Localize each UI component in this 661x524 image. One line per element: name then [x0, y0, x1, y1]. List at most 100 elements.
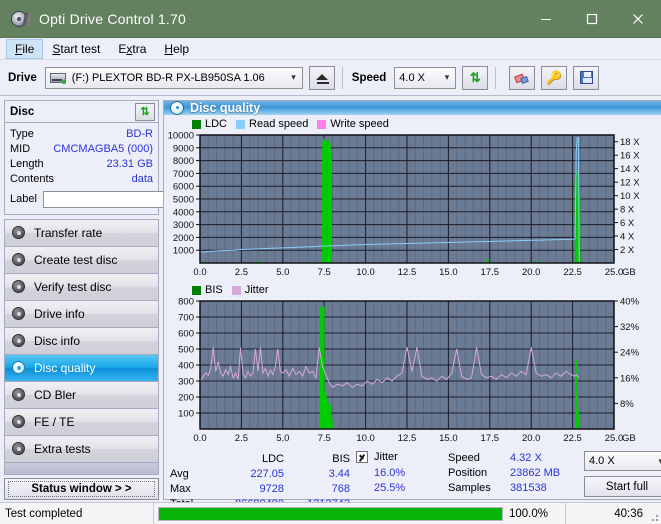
svg-text:800: 800 [178, 297, 194, 308]
sidebar-item-fe-te[interactable]: FE / TE [5, 409, 158, 436]
sidebar-item-drive-info[interactable]: Drive info [5, 301, 158, 328]
status-text: Test completed [0, 508, 153, 520]
svg-text:GB: GB [622, 433, 636, 444]
svg-text:700: 700 [178, 313, 194, 324]
progress-fill [159, 508, 502, 520]
app-icon [10, 9, 30, 29]
maximize-icon[interactable] [569, 0, 615, 38]
sidebar-item-verify-test-disc[interactable]: Verify test disc [5, 274, 158, 301]
svg-text:7.5: 7.5 [318, 433, 331, 444]
jitter-checkbox[interactable] [356, 451, 368, 463]
svg-text:10000: 10000 [168, 131, 194, 142]
start-full-button[interactable]: Start full [584, 476, 661, 497]
svg-text:300: 300 [178, 377, 194, 388]
main-panel: Disc quality LDC Read speed Write speed [163, 100, 661, 500]
erase-button[interactable] [509, 66, 535, 90]
sidebar-item-label: Drive info [34, 307, 85, 321]
speed-label: Speed [352, 72, 387, 84]
svg-text:8 X: 8 X [620, 205, 635, 216]
disc-panel-header: Disc ⇅ [5, 101, 158, 123]
disc-icon [170, 101, 184, 115]
bottom-chart[interactable]: 1002003004005006007008008%16%24%32%40%0.… [166, 297, 661, 447]
body-area: Disc ⇅ Type BD-R MID CMCMAGBA5 (000) [0, 96, 661, 500]
menu-extra[interactable]: Extra [109, 39, 155, 59]
sidebar-item-label: Transfer rate [34, 226, 102, 240]
app-window: Opti Drive Control 1.70 File Start test … [0, 0, 661, 524]
sidebar-item-create-test-disc[interactable]: Create test disc [5, 247, 158, 274]
close-icon[interactable] [615, 0, 661, 38]
sidebar-item-label: FE / TE [34, 415, 74, 429]
page-title: Disc quality [190, 101, 260, 115]
svg-text:0.0: 0.0 [193, 433, 206, 444]
svg-text:24%: 24% [620, 348, 640, 359]
svg-text:7.5: 7.5 [318, 267, 331, 278]
toolbar: Drive (F:) PLEXTOR BD-R PX-LB950SA 1.06 … [0, 60, 661, 96]
svg-text:25.0: 25.0 [605, 433, 624, 444]
save-button[interactable] [573, 66, 599, 90]
sidebar-item-extra-tests[interactable]: Extra tests [5, 436, 158, 463]
svg-text:500: 500 [178, 345, 194, 356]
row-label: Avg [170, 468, 218, 480]
svg-text:12.5: 12.5 [398, 267, 417, 278]
sidebar-item-label: Disc info [34, 334, 80, 348]
legend-label: LDC [205, 118, 227, 130]
speed-select-value: 4.0 X [399, 72, 425, 84]
speed-select[interactable]: 4.0 X ▾ [394, 67, 456, 89]
top-chart[interactable]: 1000200030004000500060007000800090001000… [166, 131, 661, 281]
window-controls [523, 0, 661, 38]
drive-select-value: (F:) PLEXTOR BD-R PX-LB950SA 1.06 [72, 72, 265, 84]
disc-mid-label: MID [10, 143, 30, 155]
test-speed-value: 4.0 X [589, 455, 615, 467]
svg-text:18 X: 18 X [620, 137, 640, 148]
menu-file[interactable]: File [6, 39, 43, 59]
jitter-max-value: 25.5% [356, 481, 448, 496]
disc-panel-title: Disc [10, 106, 34, 118]
menu-start-test[interactable]: Start test [43, 39, 109, 59]
chevron-down-icon: ▾ [652, 456, 661, 467]
resize-grip[interactable] [648, 511, 658, 521]
sidebar-item-cd-bler[interactable]: CD Bler [5, 382, 158, 409]
jitter-label: Jitter [374, 451, 398, 463]
key-button[interactable]: 🔑 [541, 66, 567, 90]
sidebar-item-transfer-rate[interactable]: Transfer rate [5, 220, 158, 247]
sidebar-item-disc-quality[interactable]: Disc quality [5, 355, 158, 382]
key-icon: 🔑 [546, 71, 562, 84]
svg-text:6000: 6000 [173, 182, 194, 193]
drive-label: Drive [8, 72, 37, 84]
svg-text:10 X: 10 X [620, 191, 640, 202]
svg-text:12.5: 12.5 [398, 433, 417, 444]
svg-text:2.5: 2.5 [235, 267, 248, 278]
sidebar-item-disc-info[interactable]: Disc info [5, 328, 158, 355]
svg-text:16%: 16% [620, 373, 640, 384]
legend-swatch [192, 120, 201, 129]
progress-percent: 100.0% [503, 508, 561, 520]
disc-length-label: Length [10, 158, 44, 170]
status-window-button[interactable]: Status window > > [4, 478, 159, 500]
disc-info-rows: Type BD-R MID CMCMAGBA5 (000) Length 23.… [5, 123, 158, 214]
elapsed-time: 40:36 [565, 503, 661, 524]
menu-help[interactable]: Help [155, 39, 198, 59]
refresh-button[interactable]: ⇅ [462, 66, 488, 90]
drive-select[interactable]: (F:) PLEXTOR BD-R PX-LB950SA 1.06 ▾ [45, 67, 303, 89]
disc-icon [11, 253, 27, 267]
eject-button[interactable] [309, 66, 335, 90]
svg-text:6 X: 6 X [620, 218, 635, 229]
erase-icon [515, 73, 529, 83]
svg-text:7000: 7000 [173, 169, 194, 180]
svg-text:4 X: 4 X [620, 232, 635, 243]
row-ldc: 227.05 [218, 468, 284, 480]
svg-text:14 X: 14 X [620, 164, 640, 175]
svg-text:5.0: 5.0 [276, 267, 289, 278]
test-speed-select[interactable]: 4.0 X ▾ [584, 451, 661, 471]
svg-text:3000: 3000 [173, 220, 194, 231]
disc-icon [11, 388, 27, 402]
legend-swatch [317, 120, 326, 129]
disc-contents-label: Contents [10, 173, 54, 185]
refresh-icon: ⇅ [470, 71, 481, 84]
col-bis: BIS [284, 453, 350, 465]
main-panel-header: Disc quality [164, 101, 661, 115]
disc-refresh-button[interactable]: ⇅ [135, 103, 155, 121]
svg-text:2.5: 2.5 [235, 433, 248, 444]
row-bis: 3.44 [284, 468, 350, 480]
minimize-icon[interactable] [523, 0, 569, 38]
